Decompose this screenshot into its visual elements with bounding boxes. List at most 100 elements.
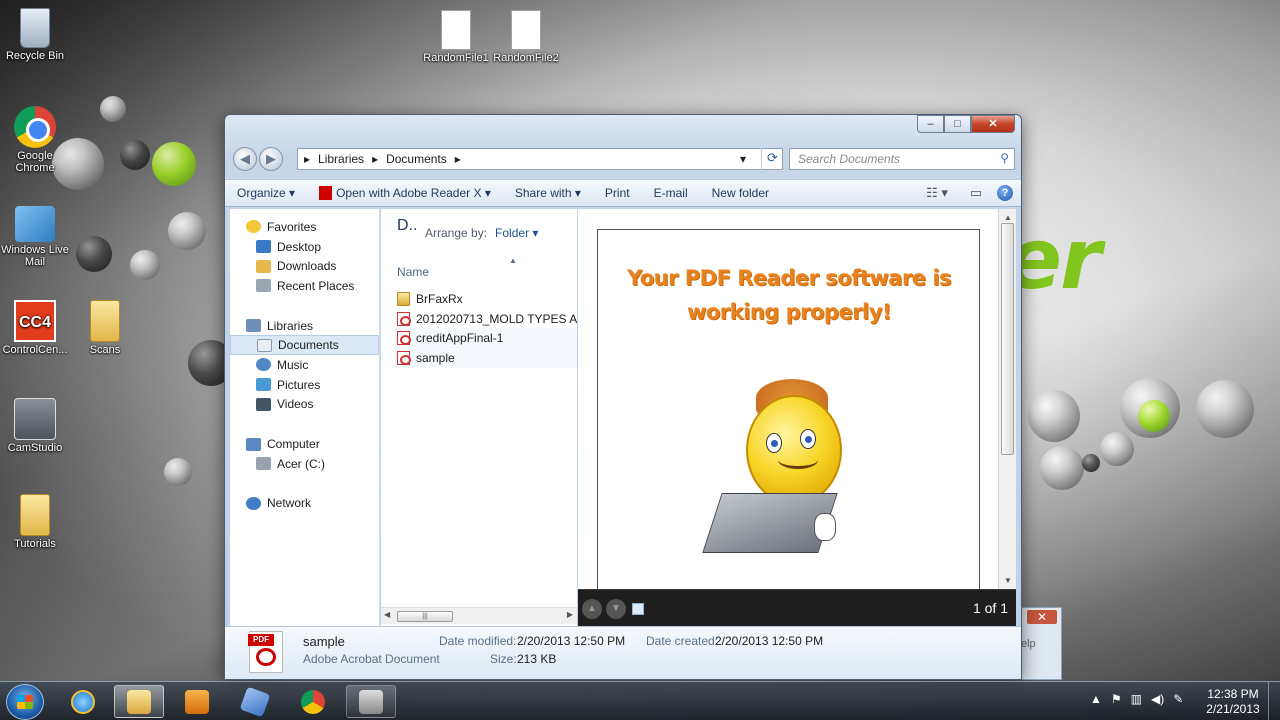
- preview-pane-icon[interactable]: ▭: [965, 184, 987, 202]
- preview-pane: Your PDF Reader software is working prop…: [578, 209, 1016, 626]
- search-placeholder: Search Documents: [798, 152, 901, 166]
- taskbar: ▲ ⚑ ▥ ◀) ✎ 12:38 PM 2/21/2013: [0, 681, 1280, 720]
- background-window-close-button[interactable]: ✕: [1027, 610, 1057, 624]
- network-status-icon[interactable]: ▥: [1131, 692, 1142, 706]
- desktop-icon-recycle-bin[interactable]: Recycle Bin: [0, 8, 70, 62]
- nav-item-computer[interactable]: Computer: [230, 434, 379, 454]
- show-hidden-icons-icon[interactable]: ▲: [1090, 692, 1102, 706]
- file-row[interactable]: 2012020713_MOLD TYPES Alterr: [395, 309, 577, 329]
- scroll-down-icon[interactable]: ▼: [1004, 576, 1012, 585]
- preview-vertical-scrollbar[interactable]: ▲ ▼: [998, 209, 1016, 589]
- address-dropdown-icon[interactable]: ▾: [740, 152, 746, 166]
- taskbar-xp-app[interactable]: [230, 685, 280, 718]
- horizontal-scrollbar[interactable]: ◀ ||| ▶: [381, 607, 577, 624]
- desktop-icon-chrome[interactable]: Google Chrome: [0, 106, 70, 174]
- taskbar-google-chrome[interactable]: [288, 685, 338, 718]
- nav-item-music[interactable]: Music: [230, 355, 379, 375]
- previous-page-icon[interactable]: ▲: [582, 599, 602, 619]
- maximize-button[interactable]: □: [944, 115, 971, 133]
- recent-places-icon: [256, 279, 271, 293]
- email-button[interactable]: E-mail: [642, 186, 700, 200]
- explorer-window[interactable]: – □ ✕ ◀ ▶ ▸ Libraries ▸ Documents ▸ ▾ ⟳ …: [224, 114, 1022, 680]
- address-bar[interactable]: ▸ Libraries ▸ Documents ▸ ▾: [297, 148, 783, 170]
- desktop-icon-controlcenter[interactable]: CC4 ControlCen...: [0, 300, 70, 356]
- breadcrumb-separator-icon[interactable]: ▸: [372, 152, 378, 166]
- background-window[interactable]: ✕ elp: [1018, 607, 1062, 680]
- scroll-up-icon[interactable]: ▲: [1004, 213, 1012, 222]
- nav-item-documents[interactable]: Documents: [230, 335, 379, 356]
- refresh-icon[interactable]: ⟳: [761, 148, 783, 170]
- nav-item-recent-places[interactable]: Recent Places: [230, 276, 379, 296]
- desktop-icon-scans[interactable]: Scans: [70, 300, 140, 356]
- action-center-flag-icon[interactable]: ⚑: [1111, 692, 1122, 706]
- wallpaper-orb: [100, 96, 126, 122]
- back-button[interactable]: ◀: [233, 147, 257, 171]
- nav-item-videos[interactable]: Videos: [230, 395, 379, 415]
- taskbar-media-player[interactable]: [172, 685, 222, 718]
- desktop-icon-live-mail[interactable]: Windows Live Mail: [0, 206, 70, 268]
- libraries-icon: [246, 319, 261, 333]
- next-page-icon[interactable]: ▼: [606, 599, 626, 619]
- taskbar-camstudio[interactable]: [346, 685, 396, 718]
- open-with-button[interactable]: Open with Adobe Reader X ▾: [307, 186, 503, 201]
- breadcrumb-documents[interactable]: Documents: [386, 152, 447, 166]
- nav-item-downloads[interactable]: Downloads: [230, 256, 379, 276]
- search-icon[interactable]: ⚲: [1000, 151, 1009, 165]
- search-input[interactable]: Search Documents ⚲: [789, 148, 1015, 170]
- nav-item-pictures[interactable]: Pictures: [230, 375, 379, 395]
- details-file-name: sample: [303, 634, 345, 649]
- share-with-button[interactable]: Share with ▾: [503, 186, 593, 200]
- start-button[interactable]: [6, 684, 44, 720]
- new-folder-button[interactable]: New folder: [700, 186, 781, 200]
- desktop-icon-tutorials[interactable]: Tutorials: [0, 494, 70, 550]
- preview-scroll-thumb[interactable]: [1001, 223, 1014, 455]
- nav-item-favorites[interactable]: Favorites: [230, 217, 379, 237]
- volume-icon[interactable]: ◀): [1151, 692, 1164, 706]
- taskbar-internet-explorer[interactable]: [58, 685, 108, 718]
- organize-button[interactable]: Organize ▾: [225, 186, 307, 200]
- show-desktop-button[interactable]: [1268, 682, 1280, 720]
- help-icon[interactable]: ?: [997, 185, 1013, 201]
- nav-item-label: Network: [267, 496, 312, 511]
- desktop-icon-randomfile1[interactable]: RandomFile1: [421, 10, 491, 64]
- details-created-label: Date created:: [646, 634, 719, 648]
- desktop-icon-camstudio[interactable]: CamStudio: [0, 398, 70, 454]
- print-button[interactable]: Print: [593, 186, 642, 200]
- smiley-mouth: [778, 451, 818, 469]
- nav-item-network[interactable]: Network: [230, 494, 379, 514]
- pdf-page: Your PDF Reader software is working prop…: [578, 209, 1016, 591]
- close-button[interactable]: ✕: [971, 115, 1015, 133]
- column-header-name[interactable]: Name: [397, 265, 429, 279]
- mail-icon: [15, 206, 55, 242]
- taskbar-clock[interactable]: 12:38 PM 2/21/2013: [1198, 687, 1268, 717]
- details-size-label: Size:: [490, 652, 517, 666]
- arrange-dropdown[interactable]: Folder ▾: [495, 226, 538, 240]
- background-window-text: elp: [1021, 638, 1036, 650]
- arrange-by: Arrange by: Folder ▾: [425, 226, 538, 240]
- scroll-right-icon[interactable]: ▶: [567, 610, 573, 619]
- nav-item-desktop[interactable]: Desktop: [230, 237, 379, 257]
- view-options-icon[interactable]: ☷ ▾: [919, 184, 955, 202]
- pen-input-icon[interactable]: ✎: [1173, 692, 1183, 706]
- desktop-icon: [256, 240, 271, 254]
- breadcrumb-separator-icon[interactable]: ▸: [455, 152, 461, 166]
- desktop-icon-label: Tutorials: [14, 538, 56, 550]
- forward-button[interactable]: ▶: [259, 147, 283, 171]
- scroll-left-icon[interactable]: ◀: [384, 610, 390, 619]
- minimize-button[interactable]: –: [917, 115, 944, 133]
- desktop-icon-randomfile2[interactable]: RandomFile2: [491, 10, 561, 64]
- nav-item-acer-drive[interactable]: Acer (C:): [230, 454, 379, 474]
- file-list-pane: D.. Arrange by: Folder ▾ ▲ Name BrFaxRx 2…: [381, 209, 577, 626]
- taskbar-windows-explorer[interactable]: [114, 685, 164, 718]
- nav-item-label: Pictures: [277, 377, 321, 392]
- page-thumbnail-icon[interactable]: [632, 603, 644, 615]
- windows-explorer-icon: [127, 689, 151, 714]
- file-row[interactable]: BrFaxRx: [395, 289, 577, 309]
- file-row[interactable]: creditAppFinal-1: [395, 328, 577, 349]
- file-row-selected[interactable]: sample: [395, 348, 577, 368]
- nav-item-libraries[interactable]: Libraries: [230, 316, 379, 336]
- scroll-thumb[interactable]: |||: [397, 611, 453, 622]
- nav-item-label: Desktop: [277, 239, 322, 254]
- document-icon: [441, 10, 471, 50]
- breadcrumb-libraries[interactable]: Libraries: [318, 152, 364, 166]
